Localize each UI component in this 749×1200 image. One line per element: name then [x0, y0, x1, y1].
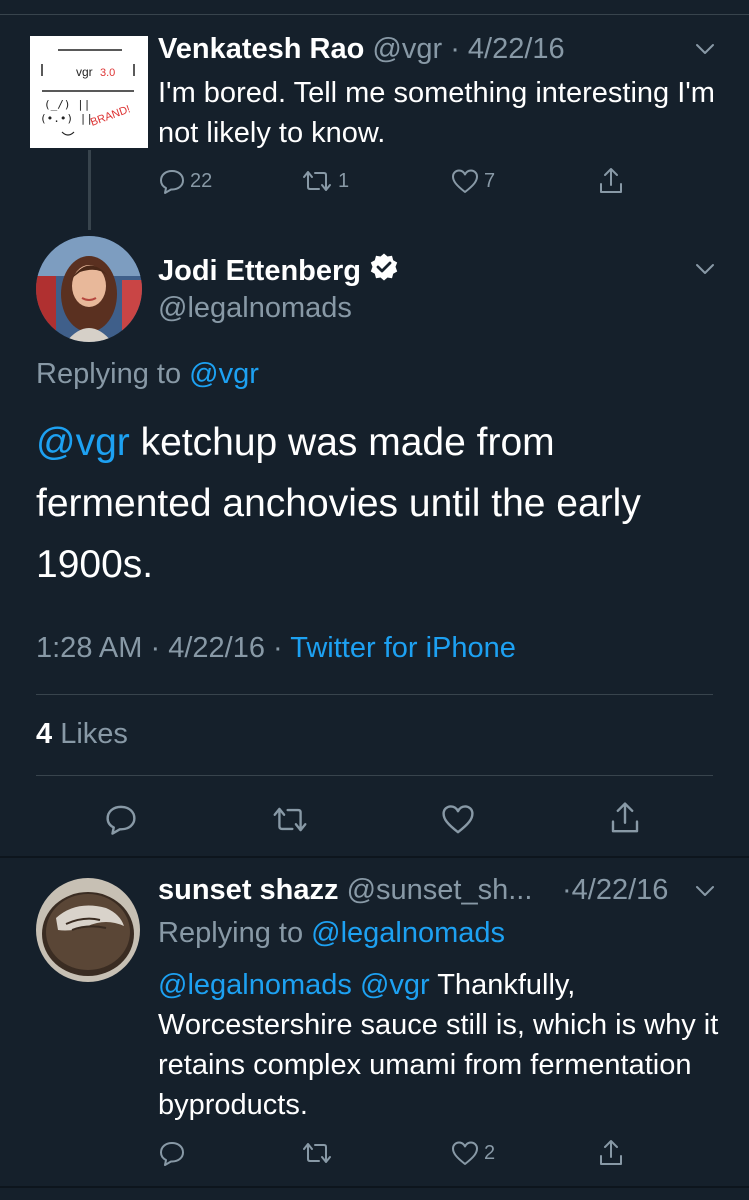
tweet2-replying-to: Replying to @vgr	[36, 358, 259, 391]
tweet1-like-count: 7	[484, 169, 496, 192]
tweet3-mention-link-1[interactable]: @legalnomads	[158, 969, 352, 1001]
verified-badge-icon	[369, 252, 399, 290]
avatar-vgr[interactable]: vgr 3.0 (_/) || (•.•) || BRAND!	[30, 36, 148, 148]
tweet2-replying-prefix: Replying to	[36, 358, 182, 390]
share-icon	[611, 802, 639, 833]
svg-text:vgr: vgr	[76, 65, 93, 79]
tweet2-meta: 1:28 AM · 4/22/16 · Twitter for iPhone	[36, 632, 516, 665]
tweet2-meta-separator-2: ·	[273, 632, 283, 664]
heart-icon	[452, 169, 478, 193]
heart-icon	[452, 1141, 478, 1165]
tweet1-date[interactable]: 4/22/16	[468, 33, 565, 65]
retweet-icon	[303, 1143, 331, 1163]
tweet2-like-button[interactable]	[440, 802, 476, 836]
tweet2-reply-button[interactable]	[104, 802, 138, 836]
tweet2-source-link[interactable]: Twitter for iPhone	[290, 632, 516, 664]
retweet-icon	[303, 171, 331, 191]
tweet1-text: I'm bored. Tell me something interesting…	[158, 77, 715, 149]
tweet1-share-button[interactable]	[597, 166, 625, 196]
tweet3-header: sunset shazz @sunset_sh...	[158, 874, 532, 907]
tweet3-like-count: 2	[484, 1141, 496, 1164]
tweet3-handle[interactable]: @sunset_sh...	[347, 874, 533, 906]
share-icon	[600, 168, 622, 193]
tweet3-reply-button[interactable]	[158, 1139, 186, 1167]
reply-icon	[160, 170, 184, 194]
tweet3-author-name[interactable]: sunset shazz	[158, 874, 339, 906]
tweet1-reply-count: 22	[190, 169, 213, 192]
tweet1-reply-button[interactable]: 22	[158, 167, 212, 195]
svg-text:3.0: 3.0	[100, 67, 115, 79]
share-icon	[600, 1140, 622, 1165]
reply-icon	[160, 1142, 184, 1166]
tweet2-likes-count: 4	[36, 718, 53, 750]
tweet1-header: Venkatesh Rao @vgr · 4/22/16	[158, 33, 565, 66]
tweet2-likes-label: Likes	[60, 718, 128, 750]
chevron-down-icon[interactable]	[694, 38, 716, 60]
tweet-separator	[0, 1186, 749, 1188]
tweet1-like-button[interactable]: 7	[450, 167, 495, 195]
avatar-jodi-ettenberg[interactable]	[36, 236, 142, 342]
tweet3-replying-to: Replying to @legalnomads	[158, 917, 505, 950]
tweet3-date[interactable]: ·4/22/16	[562, 874, 668, 907]
divider	[36, 775, 713, 776]
tweet2-author-name-row[interactable]: Jodi Ettenberg	[158, 252, 399, 290]
tweet2-likes-row[interactable]: 4 Likes	[36, 718, 128, 751]
svg-text:(_/) ||: (_/) ||	[44, 98, 90, 111]
tweet1-author-name[interactable]: Venkatesh Rao	[158, 33, 364, 65]
tweet3-text: @legalnomads @vgr Thankfully, Worcesters…	[158, 965, 728, 1125]
top-divider	[0, 14, 749, 15]
tweet2-author-name[interactable]: Jodi Ettenberg	[158, 255, 361, 288]
tweet2-text: @vgr ketchup was made from fermented anc…	[36, 412, 726, 595]
tweet1-date-separator: ·	[450, 33, 460, 65]
thread-connector-line	[88, 150, 91, 230]
tweet3-replying-prefix: Replying to	[158, 917, 304, 949]
tweet1-retweet-count: 1	[338, 169, 350, 192]
tweet-separator	[0, 856, 749, 858]
tweet3-retweet-button[interactable]	[300, 1139, 334, 1167]
tweet2-retweet-button[interactable]	[270, 803, 310, 836]
tweet2-mention-link[interactable]: @vgr	[36, 421, 130, 464]
tweet2-meta-separator: ·	[150, 632, 161, 664]
tweet3-replying-to-link[interactable]: @legalnomads	[311, 917, 505, 949]
retweet-icon	[273, 807, 307, 832]
reply-icon	[106, 805, 136, 835]
tweet2-share-button[interactable]	[608, 800, 642, 836]
tweet1-retweet-button[interactable]: 1	[300, 167, 349, 195]
chevron-down-icon[interactable]	[694, 880, 716, 902]
tweet2-time: 1:28 AM	[36, 632, 143, 664]
tweet2-handle[interactable]: @legalnomads	[158, 292, 352, 325]
tweet2-date: 4/22/16	[168, 632, 265, 664]
tweet2-replying-to-link[interactable]: @vgr	[189, 358, 259, 390]
avatar-sunset-shazz[interactable]	[36, 878, 140, 982]
divider	[36, 694, 713, 695]
chevron-down-icon[interactable]	[694, 258, 716, 280]
tweet3-mention-link-2[interactable]: @vgr	[360, 969, 430, 1001]
tweet3-share-button[interactable]	[597, 1138, 625, 1168]
tweet1-handle[interactable]: @vgr	[372, 33, 442, 65]
tweet3-like-button[interactable]: 2	[450, 1139, 495, 1167]
heart-icon	[442, 805, 474, 834]
svg-text:(•.•) ||: (•.•) ||	[40, 112, 93, 125]
